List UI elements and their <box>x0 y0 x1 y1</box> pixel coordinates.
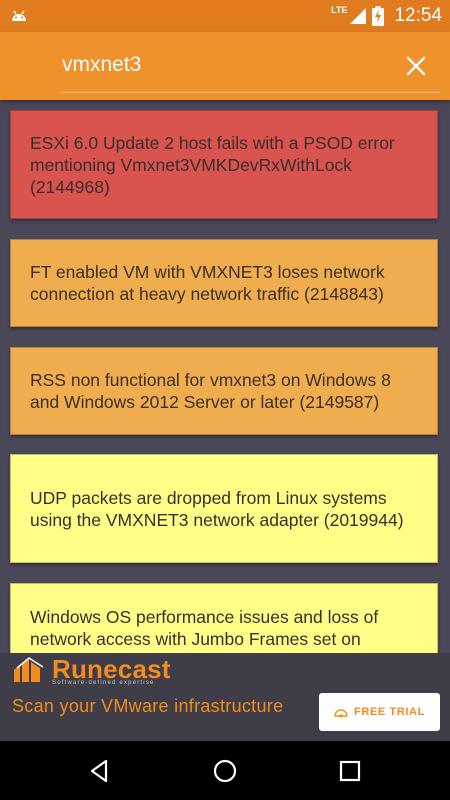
result-card[interactable]: ESXi 6.0 Update 2 host fails with a PSOD… <box>10 110 438 219</box>
result-text: Windows OS performance issues and loss o… <box>30 607 379 649</box>
status-bar: LTE 12:54 <box>0 0 450 32</box>
network-type: LTE <box>331 5 348 15</box>
home-icon[interactable] <box>209 755 241 787</box>
close-icon[interactable] <box>402 52 430 80</box>
result-text: ESXi 6.0 Update 2 host fails with a PSOD… <box>30 132 395 197</box>
result-card[interactable]: FT enabled VM with VMXNET3 loses network… <box>10 239 438 327</box>
result-card[interactable]: Windows OS performance issues and loss o… <box>10 583 438 653</box>
result-card[interactable]: RSS non functional for vmxnet3 on Window… <box>10 347 438 435</box>
results-list: ESXi 6.0 Update 2 host fails with a PSOD… <box>0 100 450 653</box>
result-text: FT enabled VM with VMXNET3 loses network… <box>30 262 385 304</box>
search-underline <box>60 92 440 93</box>
battery-icon <box>372 6 385 26</box>
result-text: UDP packets are dropped from Linux syste… <box>30 487 404 530</box>
android-icon <box>12 10 26 21</box>
signal-icon <box>350 8 367 24</box>
recents-icon[interactable] <box>334 755 366 787</box>
free-trial-button[interactable]: FREE TRIAL <box>319 693 440 731</box>
ad-tagline: Software-defined expertise <box>52 680 155 686</box>
free-trial-label: FREE TRIAL <box>354 706 425 718</box>
clock: 12:54 <box>394 5 442 26</box>
search-input[interactable] <box>60 44 384 86</box>
result-card[interactable]: UDP packets are dropped from Linux syste… <box>10 454 438 563</box>
back-icon[interactable] <box>83 755 115 787</box>
radar-icon <box>334 709 348 718</box>
navigation-bar <box>0 741 450 800</box>
runecast-logo-icon <box>14 657 44 682</box>
ad-headline: Scan your VMware infrastructure <box>12 696 284 716</box>
search-bar <box>0 32 450 100</box>
result-text: RSS non functional for vmxnet3 on Window… <box>30 370 391 412</box>
